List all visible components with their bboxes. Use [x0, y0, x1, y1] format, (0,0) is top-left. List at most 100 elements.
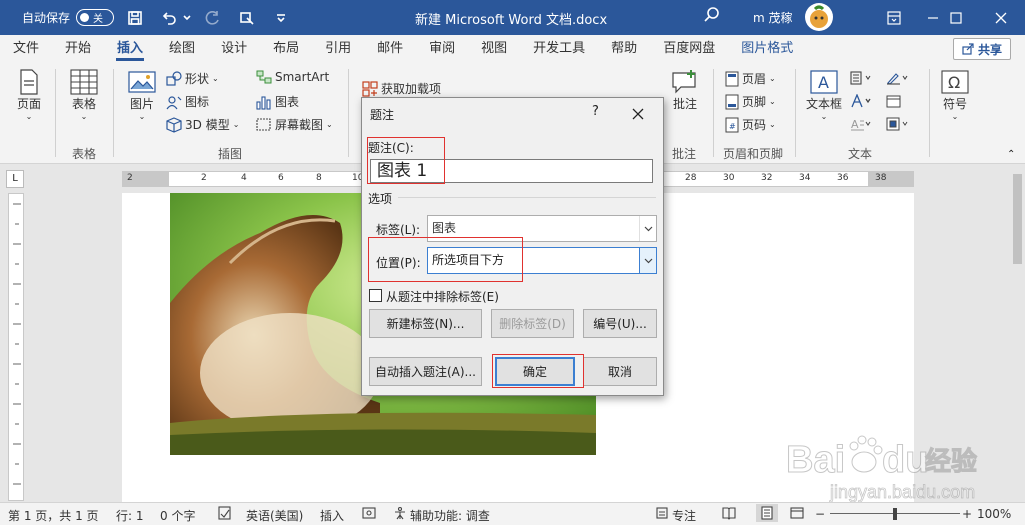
- date-time-icon[interactable]: [886, 94, 902, 108]
- tab-baidu-netdisk[interactable]: 百度网盘: [650, 35, 728, 63]
- comment-button[interactable]: 批注: [668, 69, 702, 112]
- zoom-in-button[interactable]: +: [962, 507, 972, 521]
- zoom-slider-handle[interactable]: [893, 508, 897, 520]
- tab-picture-format[interactable]: 图片格式: [728, 35, 806, 63]
- exclude-label-checkbox[interactable]: [369, 289, 382, 302]
- share-label: 共享: [977, 42, 1002, 57]
- 3d-models-button[interactable]: 3D 模型 ⌄: [166, 116, 239, 133]
- maximize-icon[interactable]: [933, 0, 979, 35]
- share-button[interactable]: 共享: [952, 38, 1011, 60]
- cancel-button[interactable]: 取消: [583, 357, 657, 386]
- tab-draw[interactable]: 绘图: [156, 35, 208, 63]
- page-icon: [20, 69, 38, 95]
- tab-developer[interactable]: 开发工具: [520, 35, 598, 63]
- icons-icon: [166, 95, 182, 109]
- svg-text:A: A: [818, 73, 829, 92]
- tab-references[interactable]: 引用: [312, 35, 364, 63]
- scroll-thumb[interactable]: [1013, 174, 1022, 264]
- page-number-button[interactable]: # 页码 ⌄: [725, 116, 776, 133]
- status-language[interactable]: 英语(美国): [246, 507, 303, 524]
- status-mode[interactable]: 插入: [320, 507, 344, 524]
- ruler-number: 8: [316, 173, 322, 183]
- icons-button[interactable]: 图标: [166, 93, 209, 110]
- status-line[interactable]: 行: 1: [116, 507, 144, 524]
- undo-icon[interactable]: [156, 5, 182, 31]
- vertical-scrollbar[interactable]: [1010, 164, 1025, 502]
- dialog-close-button[interactable]: [632, 102, 644, 124]
- signature-line-icon[interactable]: [886, 71, 914, 85]
- vertical-ruler[interactable]: [8, 193, 24, 501]
- customize-qat-icon[interactable]: [268, 5, 294, 31]
- delete-label-button[interactable]: 删除标签(D): [491, 309, 574, 338]
- numbering-button[interactable]: 编号(U)...: [583, 309, 657, 338]
- status-focus[interactable]: 专注: [672, 507, 696, 524]
- tab-home[interactable]: 开始: [52, 35, 104, 63]
- new-label-button[interactable]: 新建标签(N)...: [369, 309, 482, 338]
- status-zoom[interactable]: 100%: [977, 507, 1011, 521]
- table-label: 表格: [71, 97, 96, 111]
- addins-label: 获取加载项: [381, 82, 442, 96]
- ruler-number: 2: [201, 173, 207, 183]
- autosave-toggle[interactable]: 关: [76, 9, 115, 26]
- tab-insert[interactable]: 插入: [104, 35, 156, 63]
- tab-layout[interactable]: 布局: [260, 35, 312, 63]
- touch-mode-icon[interactable]: [234, 5, 260, 31]
- page-number-icon: #: [725, 117, 739, 132]
- read-mode-icon[interactable]: [722, 506, 736, 523]
- search-icon[interactable]: [703, 6, 721, 27]
- web-layout-icon[interactable]: [790, 506, 804, 523]
- chevron-down-icon[interactable]: [182, 5, 192, 31]
- collapse-ribbon-icon[interactable]: ⌃: [1007, 149, 1015, 160]
- tab-help[interactable]: 帮助: [598, 35, 650, 63]
- save-icon[interactable]: [122, 5, 148, 31]
- ruler-number: 32: [761, 173, 773, 183]
- proofing-icon[interactable]: [218, 506, 232, 523]
- redo-icon[interactable]: [200, 5, 226, 31]
- user-name[interactable]: m 茂稼: [753, 9, 793, 26]
- user-avatar[interactable]: [805, 3, 833, 31]
- symbol-label: 符号: [942, 97, 967, 111]
- table-button[interactable]: 表格 ⌄: [68, 69, 100, 121]
- chevron-down-icon: ⌄: [138, 112, 146, 121]
- share-icon: [962, 43, 974, 55]
- page-button[interactable]: 页面 ⌄: [14, 69, 44, 121]
- header-button[interactable]: 页眉 ⌄: [725, 70, 776, 87]
- text-group-label: 文本: [848, 147, 873, 161]
- zoom-out-button[interactable]: −: [815, 507, 825, 521]
- status-words[interactable]: 0 个字: [160, 507, 195, 524]
- screenshot-button[interactable]: 屏幕截图 ⌄: [256, 116, 333, 133]
- status-page[interactable]: 第 1 页，共 1 页: [8, 507, 99, 524]
- chevron-down-icon: ⌄: [25, 112, 33, 121]
- print-layout-icon[interactable]: [756, 504, 778, 522]
- shapes-button[interactable]: 形状 ⌄: [166, 70, 219, 87]
- get-addins-button[interactable]: 获取加载项: [362, 80, 441, 97]
- dialog-title: 题注: [370, 108, 395, 122]
- tab-review[interactable]: 审阅: [416, 35, 468, 63]
- textbox-label: 文本框: [805, 97, 842, 111]
- tab-file[interactable]: 文件: [0, 35, 52, 63]
- object-icon[interactable]: [886, 117, 914, 131]
- wordart-icon[interactable]: [850, 94, 878, 108]
- status-accessibility[interactable]: 辅助功能: 调查: [410, 507, 490, 524]
- tab-mailings[interactable]: 邮件: [364, 35, 416, 63]
- focus-icon[interactable]: [655, 506, 669, 523]
- footer-button[interactable]: 页脚 ⌄: [725, 93, 776, 110]
- macro-icon[interactable]: [362, 506, 376, 523]
- chart-button[interactable]: 图表: [256, 93, 299, 110]
- smartart-button[interactable]: SmartArt: [256, 70, 329, 84]
- tab-design[interactable]: 设计: [208, 35, 260, 63]
- ruler-number: 28: [685, 173, 697, 183]
- tab-view[interactable]: 视图: [468, 35, 520, 63]
- symbol-button[interactable]: Ω 符号 ⌄: [938, 69, 972, 121]
- quick-parts-icon[interactable]: [850, 71, 878, 85]
- tab-selector[interactable]: L: [6, 170, 24, 188]
- comment-group-label: 批注: [672, 147, 697, 161]
- autocaption-button[interactable]: 自动插入题注(A)...: [369, 357, 482, 386]
- drop-cap-icon[interactable]: A: [850, 117, 878, 131]
- help-button[interactable]: ?: [592, 104, 599, 119]
- textbox-button[interactable]: A 文本框 ⌄: [805, 69, 843, 121]
- accessibility-icon[interactable]: [393, 506, 407, 523]
- picture-button[interactable]: 图片 ⌄: [126, 69, 158, 121]
- close-icon[interactable]: [978, 0, 1024, 35]
- chevron-down-icon: [639, 216, 656, 241]
